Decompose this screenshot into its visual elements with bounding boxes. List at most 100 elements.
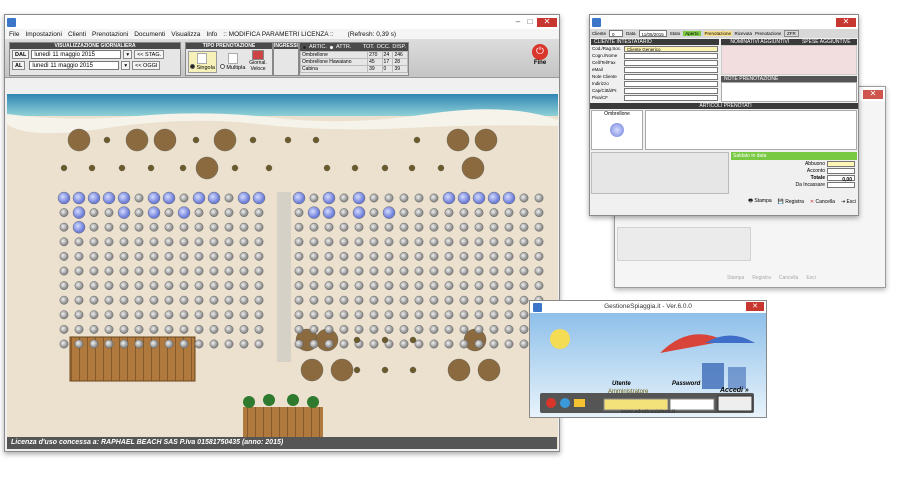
- folder-icon[interactable]: [574, 399, 585, 407]
- umbrella-free[interactable]: [224, 222, 234, 232]
- umbrella-free[interactable]: [224, 251, 234, 261]
- umbrella-free[interactable]: [414, 324, 424, 334]
- umbrella-free[interactable]: [149, 339, 159, 349]
- field-input[interactable]: Cliente Generico: [624, 45, 718, 52]
- umbrella-free[interactable]: [324, 222, 334, 232]
- umbrella-free[interactable]: [504, 222, 514, 232]
- umbrella-free[interactable]: [209, 266, 219, 276]
- umbrella-free[interactable]: [194, 281, 204, 291]
- umbrella-free[interactable]: [519, 324, 529, 334]
- menu-file[interactable]: File: [9, 31, 19, 38]
- umbrella-free[interactable]: [339, 281, 349, 291]
- umbrella-free[interactable]: [429, 310, 439, 320]
- umbrella-free[interactable]: [59, 339, 69, 349]
- umbrella-booked[interactable]: [352, 206, 366, 219]
- maximize-button[interactable]: □: [525, 17, 535, 27]
- umbrella-free[interactable]: [309, 295, 319, 305]
- umbrella-free[interactable]: [399, 281, 409, 291]
- umbrella-free[interactable]: [294, 208, 304, 218]
- umbrella-free[interactable]: [59, 222, 69, 232]
- umbrella-free[interactable]: [309, 281, 319, 291]
- umbrella-free[interactable]: [444, 324, 454, 334]
- umbrella-free[interactable]: [164, 310, 174, 320]
- umbrella-free[interactable]: [474, 310, 484, 320]
- cancella-button[interactable]: Cancella: [779, 275, 798, 281]
- umbrella-free[interactable]: [399, 251, 409, 261]
- umbrella-free[interactable]: [354, 237, 364, 247]
- spot-marker[interactable]: [381, 366, 389, 374]
- esci-button[interactable]: Esci: [806, 275, 815, 281]
- cancella-button[interactable]: ✕ Cancella: [810, 199, 835, 205]
- spot-marker[interactable]: [437, 164, 445, 172]
- umbrella-free[interactable]: [74, 237, 84, 247]
- umbrella-free[interactable]: [474, 281, 484, 291]
- umbrella-free[interactable]: [414, 208, 424, 218]
- umbrella-booked[interactable]: [192, 191, 206, 205]
- umbrella-free[interactable]: [254, 310, 264, 320]
- spot-marker[interactable]: [179, 164, 187, 172]
- umbrella-free[interactable]: [309, 324, 319, 334]
- umbrella-free[interactable]: [194, 339, 204, 349]
- umbrella-free[interactable]: [149, 295, 159, 305]
- umbrella-free[interactable]: [164, 251, 174, 261]
- umbrella-free[interactable]: [74, 310, 84, 320]
- umbrella-free[interactable]: [104, 310, 114, 320]
- stampa-button[interactable]: Stampa: [727, 275, 744, 281]
- umbrella-free[interactable]: [429, 339, 439, 349]
- umbrella-free[interactable]: [74, 295, 84, 305]
- umbrella-free[interactable]: [224, 310, 234, 320]
- umbrella-free[interactable]: [429, 237, 439, 247]
- umbrella-free[interactable]: [474, 295, 484, 305]
- spot-marker[interactable]: [413, 136, 421, 144]
- note-textarea[interactable]: [721, 82, 857, 102]
- spot-marker[interactable]: [103, 136, 111, 144]
- umbrella-free[interactable]: [339, 324, 349, 334]
- umbrella-free[interactable]: [504, 208, 514, 218]
- umbrella-free[interactable]: [194, 310, 204, 320]
- umbrella-free[interactable]: [104, 281, 114, 291]
- umbrella-free[interactable]: [489, 237, 499, 247]
- umbrella-free[interactable]: [239, 339, 249, 349]
- spot-marker[interactable]: [88, 164, 96, 172]
- menu-documenti[interactable]: Documenti: [134, 31, 165, 38]
- umbrella-free[interactable]: [474, 251, 484, 261]
- umbrella-free[interactable]: [399, 222, 409, 232]
- umbrella-free[interactable]: [104, 324, 114, 334]
- umbrella-booked[interactable]: [292, 191, 306, 205]
- umbrella-booked[interactable]: [322, 206, 336, 219]
- umbrella-free[interactable]: [164, 266, 174, 276]
- umbrella-free[interactable]: [444, 237, 454, 247]
- umbrella-free[interactable]: [164, 237, 174, 247]
- umbrella-free[interactable]: [149, 237, 159, 247]
- umbrella-free[interactable]: [59, 251, 69, 261]
- umbrella-free[interactable]: [309, 237, 319, 247]
- umbrella-free[interactable]: [444, 310, 454, 320]
- articoli-grid[interactable]: [645, 110, 857, 150]
- stag-button[interactable]: << STAG.: [134, 50, 165, 59]
- umbrella-free[interactable]: [504, 237, 514, 247]
- umbrella-free[interactable]: [164, 324, 174, 334]
- umbrella-free[interactable]: [369, 281, 379, 291]
- umbrella-free[interactable]: [179, 251, 189, 261]
- umbrella-free[interactable]: [239, 208, 249, 218]
- umbrella-free[interactable]: [414, 310, 424, 320]
- umbrella-free[interactable]: [324, 324, 334, 334]
- umbrella-free[interactable]: [254, 222, 264, 232]
- umbrella-free[interactable]: [369, 266, 379, 276]
- umbrella-free[interactable]: [134, 310, 144, 320]
- umbrella-free[interactable]: [324, 281, 334, 291]
- hawaiian-umbrella[interactable]: [195, 156, 219, 180]
- umbrella-free[interactable]: [194, 208, 204, 218]
- umbrella-free[interactable]: [239, 324, 249, 334]
- spot-marker[interactable]: [381, 164, 389, 172]
- esci-button[interactable]: ⇥ Esci: [841, 199, 856, 205]
- umbrella-free[interactable]: [89, 281, 99, 291]
- umbrella-free[interactable]: [474, 208, 484, 218]
- umbrella-booked[interactable]: [502, 191, 516, 205]
- umbrella-free[interactable]: [149, 266, 159, 276]
- attr-radio[interactable]: [328, 44, 334, 50]
- spot-marker[interactable]: [353, 336, 361, 344]
- umbrella-free[interactable]: [149, 222, 159, 232]
- umbrella-free[interactable]: [134, 295, 144, 305]
- umbrella-free[interactable]: [89, 324, 99, 334]
